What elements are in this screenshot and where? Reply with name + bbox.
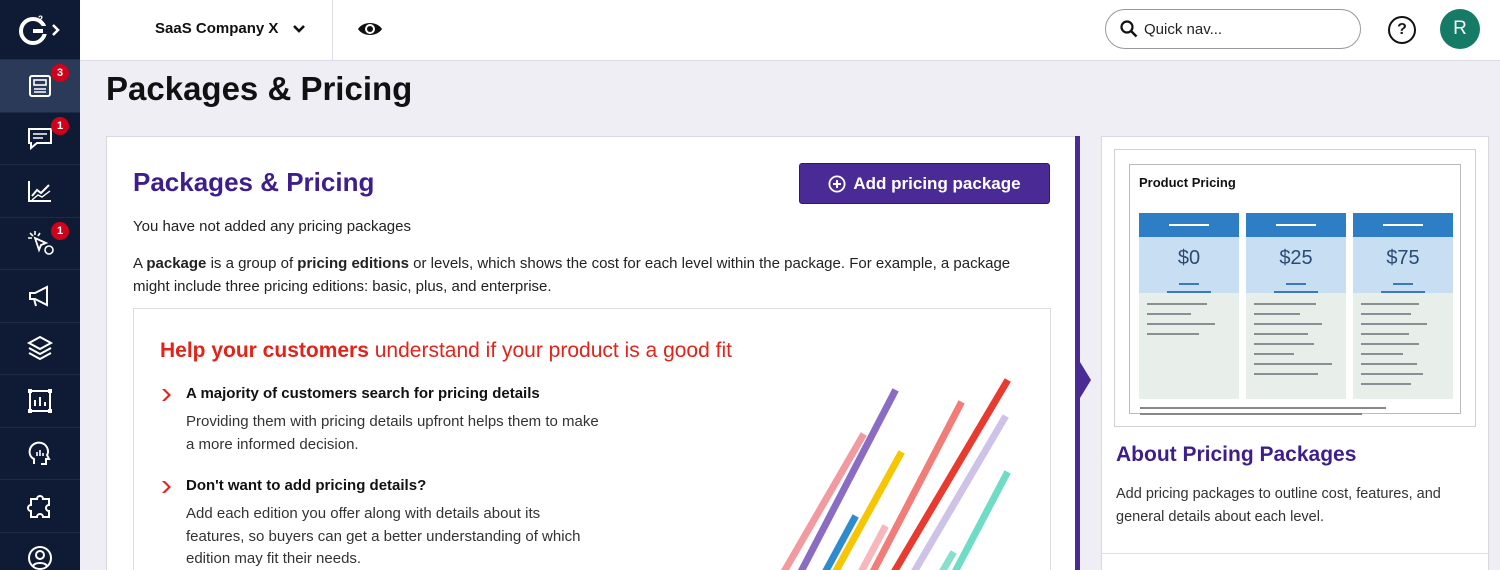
about-pricing-title: About Pricing Packages [1116,443,1357,466]
promo-point-title-text: Don't want to add pricing details? [186,477,427,494]
tier-price: $25 [1246,237,1346,293]
notification-badge: 1 [51,116,69,135]
page-title: Packages & Pricing [106,70,413,107]
tier-price-text: $75 [1386,247,1420,269]
chevron-right-icon [162,389,171,401]
promo-box: Help your customers understand if your p… [133,308,1051,570]
rail-item-profile[interactable] [0,533,80,570]
quick-nav-input[interactable] [1144,20,1344,38]
empty-state-message: You have not added any pricing packages [133,218,411,235]
pricing-card: Packages & Pricing Add pricing package Y… [106,136,1076,570]
promo-point-body: Providing them with pricing details upfr… [186,413,599,453]
about-panel: Product Pricing $0 $25 $75 About Pricing… [1101,136,1489,570]
chart-icon [28,180,51,202]
about-pricing-text: Add pricing packages to outline cost, fe… [1116,486,1441,525]
rail-item-messages[interactable]: 1 [0,113,80,165]
promo-point-title: A majority of customers search for prici… [160,385,600,402]
preview-title: Product Pricing [1139,175,1236,190]
avatar[interactable]: R [1440,9,1480,49]
card-accent-arrow [1080,362,1091,398]
notification-badge: 1 [51,221,69,240]
add-pricing-package-button[interactable]: Add pricing package [799,163,1050,204]
tier-price-text: $0 [1177,247,1201,269]
help-icon: ? [1397,21,1407,38]
promo-point-body: Add each edition you offer along with de… [186,505,581,567]
card-accent-rule [1075,136,1080,570]
quick-nav-search[interactable] [1105,9,1361,49]
panel-divider [1102,553,1488,554]
pricing-preview-illustration: Product Pricing $0 $25 $75 [1114,149,1476,427]
desc-text: is a group of [206,255,298,272]
layers-icon [26,336,54,361]
tier-price: $75 [1353,237,1453,293]
desc-bold-package: package [146,255,207,272]
add-pricing-package-label: Add pricing package [853,173,1021,193]
preview-footer-line [1140,407,1386,409]
puzzle-icon [27,494,50,518]
insights-head-icon [28,441,51,466]
tier-price: $0 [1139,237,1239,293]
svg-text:2: 2 [38,14,43,24]
notification-badge: 3 [51,64,69,82]
g2-logo-icon: 2 [19,14,60,45]
preview-tier: $25 [1246,213,1346,399]
search-icon [1120,20,1138,38]
plus-circle-icon [828,175,846,192]
megaphone-icon [29,285,48,307]
report-icon [28,388,52,413]
tier-price-text: $25 [1279,247,1313,269]
chevron-down-icon[interactable] [292,22,306,36]
preview-tier: $75 [1353,213,1453,399]
desc-text: A [133,255,147,272]
left-rail: 2 3 1 1 [0,0,80,570]
preview-footer-line [1140,413,1362,415]
company-selector-label[interactable]: SaaS Company X [155,20,278,37]
g2-logo[interactable]: 2 [0,0,80,60]
header-divider [332,0,333,60]
rail-item-integrations[interactable] [0,480,80,533]
rail-item-buyer-intent[interactable]: 1 [0,218,80,270]
preview-tier: $0 [1139,213,1239,399]
profile-icon [28,546,52,570]
top-bar: SaaS Company X ? R [80,0,1500,61]
package-description: A package is a group of pricing editions… [133,253,1043,298]
section-title: Packages & Pricing [133,167,375,197]
chevron-right-icon [162,481,171,493]
help-button[interactable]: ? [1388,16,1416,44]
promo-heading-rest: understand if your product is a good fit [368,339,732,362]
eye-icon[interactable] [357,17,383,41]
desc-bold-editions: pricing editions [297,255,409,272]
promo-point: A majority of customers search for prici… [160,385,600,456]
promo-point: Don't want to add pricing details? Add e… [160,477,600,570]
promo-heading-bold: Help your customers [160,339,369,362]
rail-item-analytics[interactable] [0,165,80,218]
promo-heading: Help your customers understand if your p… [160,339,732,363]
promo-point-title-text: A majority of customers search for prici… [186,385,540,402]
rail-item-dashboard[interactable]: 3 [0,60,80,113]
rail-item-products[interactable] [0,323,80,375]
promo-point-title: Don't want to add pricing details? [160,477,600,494]
rail-item-reports[interactable] [0,375,80,428]
rail-item-marketing[interactable] [0,270,80,323]
decorative-bars-illustration [780,378,1011,570]
rail-item-insights[interactable] [0,428,80,480]
pricing-preview-frame: Product Pricing $0 $25 $75 [1129,164,1461,415]
